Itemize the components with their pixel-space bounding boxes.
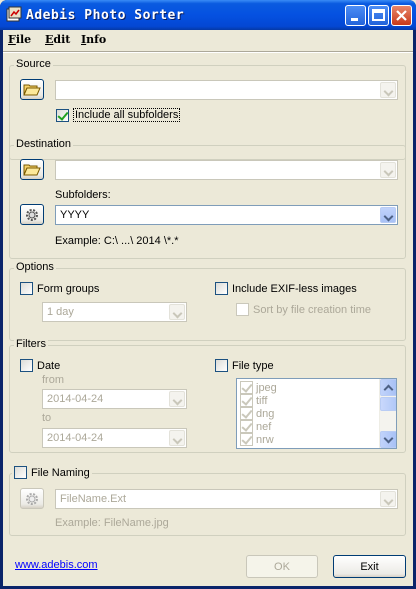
app-window: Adebis Photo Sorter File Edit Info Sourc… [0,0,416,589]
source-path-combo[interactable] [55,80,398,100]
file-type-item-label: dng [256,407,275,420]
list-item[interactable]: dng [240,407,274,420]
gear-icon [26,492,38,505]
list-item[interactable]: nrw [240,433,274,446]
minimize-button[interactable] [345,5,366,26]
from-date-picker[interactable]: 2014-04-24 [42,389,187,409]
list-item[interactable]: jpeg [240,381,277,394]
to-date-picker[interactable]: 2014-04-24 [42,428,187,448]
window-title: Adebis Photo Sorter [26,8,185,23]
gear-icon [26,208,38,221]
to-date-value: 2014-04-24 [47,432,104,444]
menu-bar: File Edit Info [3,30,413,50]
file-naming-settings-button[interactable] [20,488,44,509]
filters-group: Filters Date from 2014-04-24 to 2014-04-… [9,338,406,453]
file-naming-value: FileName.Ext [60,493,127,505]
sort-by-creation-checkbox[interactable]: Sort by file creation time [236,303,371,316]
form-groups-value: 1 day [47,306,74,318]
scroll-up-icon[interactable] [380,379,396,396]
from-label: from [42,374,64,386]
form-groups-label: Form groups [37,282,100,295]
ok-button[interactable]: OK [246,555,318,578]
destination-group-label: Destination [14,138,74,150]
checkbox-box[interactable] [240,381,253,394]
file-naming-checkbox[interactable]: File Naming [12,466,92,479]
form-groups-checkbox[interactable]: Form groups [20,282,99,295]
exit-button[interactable]: Exit [333,555,406,578]
source-browse-button[interactable] [20,79,44,100]
include-exifless-label: Include EXIF-less images [232,282,357,295]
destination-path-combo[interactable] [55,160,398,180]
to-label: to [42,412,52,424]
menu-file[interactable]: File [8,33,31,46]
subfolders-settings-button[interactable] [20,204,44,225]
file-type-item-label: nrw [256,433,274,446]
form-groups-combo[interactable]: 1 day [42,302,187,322]
date-filter-checkbox[interactable]: Date [20,359,60,372]
file-type-checkbox[interactable]: File type [215,359,274,372]
list-item[interactable]: nef [240,420,271,433]
from-date-value: 2014-04-24 [47,393,104,405]
file-naming-combo[interactable]: FileName.Ext [55,489,398,509]
menu-separator [3,51,413,53]
chevron-down-icon[interactable] [380,162,396,178]
file-type-list[interactable]: jpeg tiff dng nef nrw [236,378,397,449]
subfolders-combo[interactable]: YYYY [55,205,398,225]
subfolders-value: YYYY [60,209,90,221]
file-naming-label: File Naming [31,466,90,479]
date-filter-label: Date [37,359,61,372]
checkbox-box[interactable] [20,359,33,372]
checkbox-box[interactable] [240,433,253,446]
scroll-down-icon[interactable] [380,431,396,448]
checkbox-box[interactable] [240,407,253,420]
client-area: File Edit Info Source Include all subfol… [3,30,413,586]
chevron-down-icon[interactable] [169,391,185,407]
chevron-down-icon[interactable] [169,430,185,446]
title-bar[interactable]: Adebis Photo Sorter [0,0,416,30]
file-type-item-label: nef [256,420,272,433]
checkbox-box[interactable] [240,394,253,407]
checkbox-box[interactable] [215,359,228,372]
chevron-down-icon[interactable] [169,304,185,320]
sort-by-creation-label: Sort by file creation time [253,303,371,316]
folder-open-icon [23,164,41,175]
app-icon [6,6,22,22]
file-naming-example: Example: FileName.jpg [55,517,169,529]
destination-browse-button[interactable] [20,159,44,180]
file-type-scrollbar[interactable] [379,379,396,448]
filters-group-label: Filters [14,338,48,350]
include-subfolders-checkbox[interactable]: Include all subfolders [56,108,181,122]
checkbox-box[interactable] [240,420,253,433]
scroll-thumb[interactable] [380,397,396,411]
file-type-item-label: tiff [256,394,268,407]
include-subfolders-label: Include all subfolders [73,108,181,122]
chevron-down-icon[interactable] [380,82,396,98]
folder-open-icon [23,84,41,95]
checkbox-box[interactable] [14,466,27,479]
checkbox-box[interactable] [215,282,228,295]
menu-info[interactable]: Info [81,33,106,46]
options-group: Options Form groups 1 day Include EXIF-l… [9,261,406,341]
file-naming-group: File Naming FileName.Ext Example: FileNa… [9,466,406,536]
source-group-label: Source [14,58,53,70]
file-type-item-label: jpeg [256,381,277,394]
destination-example: Example: C:\ ...\ 2014 \*.* [55,235,179,247]
chevron-down-icon[interactable] [380,207,396,223]
subfolders-label: Subfolders: [55,189,111,201]
website-link[interactable]: www.adebis.com [15,559,98,571]
maximize-button[interactable] [368,5,389,26]
list-item[interactable]: tiff [240,394,267,407]
checkbox-box[interactable] [236,303,249,316]
checkbox-box[interactable] [56,108,69,122]
close-button[interactable] [391,5,412,26]
checkbox-box[interactable] [20,282,33,295]
chevron-down-icon[interactable] [380,491,396,507]
destination-group: Destination Subfolders: YYYY Example: C:… [9,138,406,259]
file-type-label: File type [232,359,274,372]
options-group-label: Options [14,261,56,273]
menu-edit[interactable]: Edit [45,33,70,46]
include-exifless-checkbox[interactable]: Include EXIF-less images [215,282,357,295]
